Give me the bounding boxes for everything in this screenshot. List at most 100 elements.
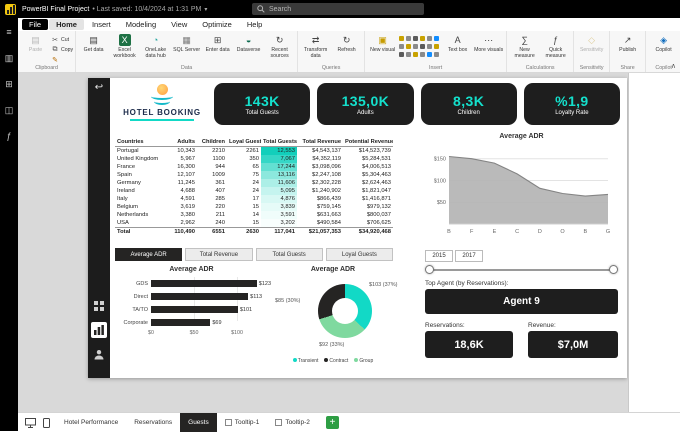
table-cell: USA	[117, 220, 129, 226]
visuals-gallery[interactable]	[398, 33, 442, 59]
year-range-slicer[interactable]: 2015 2017	[425, 250, 618, 276]
visual-type-icon[interactable]	[434, 44, 440, 49]
copilot-button[interactable]: ◈ Copilot	[648, 33, 679, 63]
data-view-icon[interactable]: ⊞	[0, 76, 18, 92]
transform-data-button[interactable]: ⇄ Transform data	[300, 33, 331, 63]
visual-type-icon[interactable]	[420, 52, 426, 57]
visual-type-icon[interactable]	[406, 52, 412, 57]
ribbon-button-label: Copy	[61, 47, 74, 53]
visual-type-icon[interactable]	[413, 44, 419, 49]
visual-type-icon[interactable]	[434, 36, 440, 41]
dax-query-view-icon[interactable]: ƒ	[0, 128, 18, 144]
visual-type-icon[interactable]	[406, 44, 412, 49]
recent-sources-icon: ↻	[275, 34, 284, 45]
cut-button[interactable]: ✂ Cut	[51, 36, 73, 44]
desktop-layout-icon[interactable]	[25, 417, 36, 428]
visual-type-icon[interactable]	[399, 52, 405, 57]
reservations-card[interactable]: 18,6K	[425, 331, 513, 358]
menu-tab-view[interactable]: View	[164, 19, 194, 30]
page-tab-tooltip-1[interactable]: Tooltip-1	[217, 413, 268, 432]
visual-type-icon[interactable]	[427, 36, 433, 41]
visual-type-icon[interactable]	[399, 44, 405, 49]
visual-type-icon[interactable]	[413, 52, 419, 57]
top-agent-card[interactable]: Agent 9	[425, 289, 618, 314]
visual-type-icon[interactable]	[427, 44, 433, 49]
toggle-average-adr[interactable]: Average ADR	[115, 248, 183, 261]
refresh-button[interactable]: ↻ Refresh	[331, 33, 362, 63]
slicer-track[interactable]	[429, 269, 614, 271]
average-adr-trend-chart[interactable]: Average ADR $150 $100 $50 B F E C D O B G	[425, 133, 618, 245]
sql-server-button[interactable]: ▦ SQL Server	[171, 33, 202, 63]
kpi-card-adults[interactable]: 135,0K Adults	[317, 83, 414, 125]
quick-measure-button[interactable]: ƒ Quick measure	[540, 33, 571, 63]
title-chevron-icon[interactable]: ▾	[204, 6, 207, 13]
model-view-icon[interactable]: ◫	[0, 102, 18, 118]
page-tab-hotel-performance[interactable]: Hotel Performance	[56, 413, 126, 432]
countries-table-visual[interactable]: CountriesAdultsChildrenLoyal GuestsTotal…	[115, 138, 393, 236]
visual-type-icon[interactable]	[420, 36, 426, 41]
paste-button[interactable]: ▤ Paste	[20, 33, 51, 63]
ribbon-group-label: Clipboard	[35, 65, 58, 71]
slicer-handle-right[interactable]	[609, 265, 618, 274]
ribbon-button-label: Get data	[83, 47, 104, 53]
adr-by-channel-bar-chart[interactable]: Average ADR GDS $123 Direct $113 TA/TO $101 Co…	[115, 266, 271, 366]
report-view-icon[interactable]: ▥	[0, 50, 18, 66]
table-column-header: Children	[197, 138, 227, 147]
recent-sources-button[interactable]: ↻ Recent sources	[264, 33, 295, 63]
toggle-total-revenue[interactable]: Total Revenue	[185, 248, 253, 261]
page-tab-reservations[interactable]: Reservations	[126, 413, 180, 432]
search-input[interactable]: Search	[252, 3, 424, 15]
revenue-card[interactable]: $7,0M	[528, 331, 618, 358]
publish-button[interactable]: ↗ Publish	[612, 33, 643, 63]
page-tab-guests[interactable]: Guests	[180, 413, 217, 432]
menu-tab-optimize[interactable]: Optimize	[195, 19, 239, 30]
slicer-handle-left[interactable]	[425, 265, 434, 274]
excel-workbook-button[interactable]: X Excel workbook	[109, 33, 140, 63]
nav-chart-icon[interactable]	[91, 322, 107, 338]
kpi-card-loyalty-rate[interactable]: %1,9 Loyalty Rate	[523, 83, 620, 125]
menu-tab-help[interactable]: Help	[240, 19, 269, 30]
adr-by-segment-donut-chart[interactable]: Average ADR $103 (37%) $85 (30%) $92 (33…	[273, 266, 397, 366]
back-arrow-icon[interactable]: ↩	[88, 82, 110, 93]
page-tab-tooltip-2[interactable]: Tooltip-2	[267, 413, 318, 432]
toggle-total-guests[interactable]: Total Guests	[255, 248, 323, 261]
menu-tab-insert[interactable]: Insert	[85, 19, 118, 30]
format-painter-button[interactable]: ✎	[51, 56, 73, 64]
slicer-end-value[interactable]: 2017	[455, 250, 483, 262]
menu-tab-modeling[interactable]: Modeling	[119, 19, 163, 30]
report-page: ↩ HOTEL BOOKING 143K Total Guests 135,0K Ad…	[88, 78, 627, 378]
table-cell: 17,244	[261, 163, 297, 171]
toggle-loyal-guests[interactable]: Loyal Guests	[325, 248, 393, 261]
slicer-start-value[interactable]: 2015	[425, 250, 453, 262]
nav-people-icon[interactable]	[91, 346, 107, 362]
get-data-button[interactable]: ▤ Get data	[78, 33, 109, 63]
nav-grid-icon[interactable]	[91, 298, 107, 314]
visual-type-icon[interactable]	[427, 52, 433, 57]
sensitivity-icon: ◇	[588, 34, 596, 45]
menu-tab-home[interactable]: Home	[49, 19, 84, 30]
search-icon	[257, 5, 265, 13]
more-visuals-button[interactable]: ⋯ More visuals	[473, 33, 504, 63]
visual-type-icon[interactable]	[399, 36, 405, 41]
menu-icon[interactable]: ≡	[0, 24, 18, 40]
table-cell: $5,304,463	[361, 172, 391, 178]
copy-button[interactable]: ⧉ Copy	[51, 46, 74, 54]
text-box-button[interactable]: A Text box	[442, 33, 473, 63]
menu-tab-file[interactable]: File	[22, 19, 49, 30]
enter-data-button[interactable]: ⊞ Enter data	[202, 33, 233, 63]
visual-type-icon[interactable]	[420, 44, 426, 49]
new-measure-button[interactable]: ∑ New measure	[509, 33, 540, 63]
new-page-button[interactable]: +	[325, 416, 339, 429]
kpi-card-total-guests[interactable]: 143K Total Guests	[214, 83, 311, 125]
visual-type-icon[interactable]	[406, 36, 412, 41]
table-cell: 4,591	[180, 196, 195, 202]
new-visual-button[interactable]: ▣ New visual	[367, 33, 398, 63]
dataverse-button[interactable]: ◒ Dataverse	[233, 33, 264, 63]
visual-type-icon[interactable]	[434, 52, 440, 57]
visual-type-icon[interactable]	[413, 36, 419, 41]
mobile-layout-icon[interactable]	[43, 417, 50, 428]
ribbon-collapse-icon[interactable]: ∧	[671, 62, 676, 70]
kpi-card-children[interactable]: 8,3K Children	[420, 83, 517, 125]
sensitivity-button[interactable]: ◇ Sensitivity	[576, 33, 607, 63]
onelake-data-hub-button[interactable]: ◔ OneLake data hub	[140, 33, 171, 63]
